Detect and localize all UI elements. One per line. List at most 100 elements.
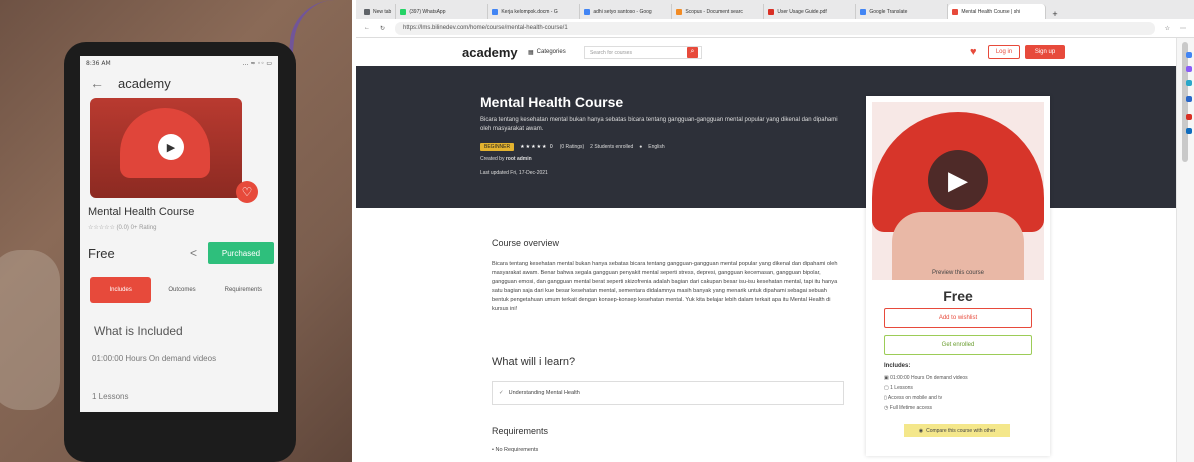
tab-includes[interactable]: Includes bbox=[90, 277, 152, 303]
preview-label: Preview this course bbox=[931, 270, 985, 276]
browser-tab[interactable]: (397) WhatsApp bbox=[396, 4, 489, 19]
play-icon[interactable]: ▶ bbox=[928, 150, 988, 210]
categories-menu[interactable]: ▦ Categories bbox=[528, 49, 566, 56]
include-label: Access on mobile and tv bbox=[887, 395, 943, 401]
course-hero: Mental Health Course Bicara tentang kese… bbox=[356, 66, 1176, 208]
overview-text: Bicara tentang kesehatan mental bukan ha… bbox=[492, 261, 838, 312]
language-icon: ● bbox=[639, 144, 643, 150]
file-icon: ▢ bbox=[884, 385, 889, 391]
sidebar-search-icon[interactable] bbox=[1186, 52, 1192, 58]
include-item: ◷ Full lifetime access bbox=[884, 403, 968, 413]
include-label: Full lifetime access bbox=[889, 405, 932, 411]
learn-item-label: Understanding Mental Health bbox=[508, 390, 580, 396]
phone-hours: 01:00:00 Hours On demand videos bbox=[92, 354, 217, 363]
refresh-icon[interactable]: ↻ bbox=[380, 25, 385, 32]
share-icon[interactable]: < bbox=[190, 246, 197, 260]
browser-tab[interactable]: User Usage Guide.pdf bbox=[764, 4, 857, 19]
search-icon[interactable]: ⌕ bbox=[687, 46, 698, 58]
phone-what-included: What is Included bbox=[94, 324, 183, 338]
overview-heading: Course overview bbox=[492, 238, 560, 248]
grid-icon: ▦ bbox=[528, 49, 534, 56]
vertical-scrollbar[interactable] bbox=[1176, 38, 1194, 462]
learn-heading: What will i learn? bbox=[492, 356, 576, 368]
back-icon[interactable]: ← bbox=[364, 25, 370, 31]
compare-button[interactable]: ◉ Compare this course with other bbox=[904, 424, 1010, 437]
tab-favicon-icon bbox=[860, 8, 867, 15]
browser-tab-bar: New tab (397) WhatsApp Kerja kelompok.do… bbox=[356, 0, 1194, 19]
browser-tab-active[interactable]: Mental Health Course | shi bbox=[948, 4, 1047, 19]
tab-label: New tab bbox=[373, 8, 392, 15]
card-price: Free bbox=[943, 288, 973, 304]
sidebar-tools-icon[interactable] bbox=[1186, 80, 1192, 86]
include-item: ▣ 01:00:00 Hours On demand videos bbox=[884, 373, 968, 383]
phone-app-header: ← academy bbox=[80, 70, 278, 96]
teddy-bear-decoration bbox=[0, 250, 60, 410]
course-short-desc: Bicara tentang kesehatan mental bukan ha… bbox=[480, 117, 838, 132]
clock-icon: ◷ bbox=[884, 405, 889, 411]
back-arrow-icon[interactable]: ← bbox=[90, 75, 104, 91]
cart-icon[interactable]: ♥ bbox=[970, 46, 977, 58]
requirement-label: No Requirements bbox=[495, 447, 539, 453]
check-icon: ✓ bbox=[499, 390, 504, 396]
categories-label: Categories bbox=[536, 49, 566, 55]
browser-tab[interactable]: Scopus - Document searc bbox=[672, 4, 765, 19]
phone-price: Free bbox=[88, 246, 115, 261]
phone-lessons: 1 Lessons bbox=[92, 392, 129, 401]
browser-tab[interactable]: adhi setyo santoso - Goog bbox=[580, 4, 673, 19]
phone-app-title: academy bbox=[118, 75, 171, 91]
scrollbar-thumb[interactable] bbox=[1182, 42, 1188, 162]
favorite-heart-icon[interactable]: ♡ bbox=[236, 181, 258, 203]
sidebar-person-icon[interactable] bbox=[1186, 96, 1192, 102]
tab-favicon-icon bbox=[584, 8, 591, 15]
tab-label: Google Translate bbox=[869, 8, 908, 15]
phone-rating: ☆☆☆☆☆ (0.0) 0+ Rating bbox=[88, 225, 157, 231]
site-logo[interactable]: academy bbox=[462, 45, 518, 60]
favorites-star-icon[interactable]: ☆ bbox=[1165, 25, 1170, 32]
tab-label: Mental Health Course | shi bbox=[961, 8, 1021, 15]
author-name[interactable]: root admin bbox=[506, 156, 532, 162]
purchased-button[interactable]: Purchased bbox=[208, 242, 274, 264]
address-bar: ← ↻ https://lms.bilinedev.com/home/cours… bbox=[356, 19, 1194, 38]
video-icon: ▣ bbox=[884, 375, 889, 381]
tab-label: User Usage Guide.pdf bbox=[777, 8, 827, 15]
rating-count: (0 Ratings) bbox=[559, 144, 585, 150]
get-enrolled-button[interactable]: Get enrolled bbox=[884, 335, 1032, 355]
add-to-wishlist-button[interactable]: Add to wishlist bbox=[884, 308, 1032, 328]
rating-stars: ★★★★★ 0 bbox=[520, 144, 554, 150]
settings-more-icon[interactable]: ⋯ bbox=[1180, 25, 1186, 32]
browser-tab[interactable]: Kerja kelompok.docm - G bbox=[488, 4, 581, 19]
include-label: 1 Lessons bbox=[890, 385, 913, 391]
course-preview-media[interactable]: ▶ Preview this course bbox=[872, 102, 1044, 280]
include-item: ▢ 1 Lessons bbox=[884, 383, 968, 393]
phone-status-bar: 8:36 AM ... ≈ ◦◦ ▭ bbox=[80, 56, 278, 70]
tab-requirements[interactable]: Requirements bbox=[213, 287, 274, 293]
play-icon[interactable]: ▶ bbox=[158, 134, 184, 160]
requirements-heading: Requirements bbox=[492, 426, 549, 436]
tab-favicon-icon bbox=[400, 8, 407, 15]
browser-window: New tab (397) WhatsApp Kerja kelompok.do… bbox=[356, 0, 1194, 462]
signup-button[interactable]: Sign up bbox=[1025, 45, 1065, 59]
tab-favicon-icon bbox=[676, 8, 683, 15]
tab-label: adhi setyo santoso - Goog bbox=[593, 8, 652, 15]
status-icons: ... ≈ ◦◦ ▭ bbox=[242, 60, 272, 67]
purchase-card: ▶ Preview this course Free Add to wishli… bbox=[866, 96, 1050, 456]
sidebar-office-icon[interactable] bbox=[1186, 114, 1192, 120]
sidebar-copilot-icon[interactable] bbox=[1186, 66, 1192, 72]
students-enrolled: 2 Students enrolled bbox=[590, 144, 634, 150]
browser-tab[interactable]: Google Translate bbox=[856, 4, 949, 19]
phone-course-title: Mental Health Course bbox=[88, 206, 195, 218]
tab-favicon-icon bbox=[952, 8, 959, 15]
compare-label: Compare this course with other bbox=[926, 427, 996, 434]
course-language: English bbox=[648, 144, 665, 150]
created-by: Created by root admin bbox=[480, 156, 532, 162]
login-button[interactable]: Log in bbox=[988, 45, 1020, 59]
phone-screen: 8:36 AM ... ≈ ◦◦ ▭ ← academy ▶ ♡ Mental … bbox=[80, 56, 278, 412]
includes-heading: Includes: bbox=[884, 363, 911, 369]
url-field[interactable]: https://lms.bilinedev.com/home/course/me… bbox=[395, 21, 1155, 35]
tab-outcomes[interactable]: Outcomes bbox=[151, 287, 212, 293]
new-tab-icon[interactable]: + bbox=[1046, 9, 1063, 19]
browser-tab[interactable]: New tab bbox=[360, 4, 397, 19]
level-badge: BEGINNER bbox=[480, 143, 515, 151]
sidebar-outlook-icon[interactable] bbox=[1186, 128, 1192, 134]
search-input[interactable]: Search for courses bbox=[584, 45, 702, 59]
